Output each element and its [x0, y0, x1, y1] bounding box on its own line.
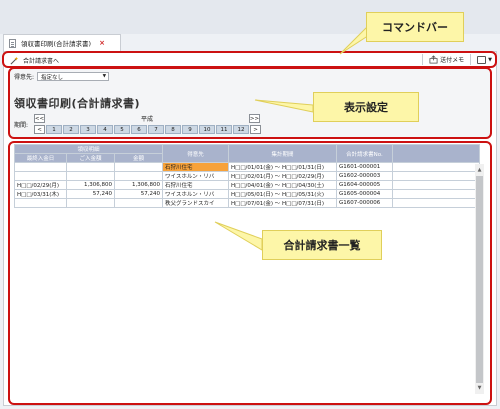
tab-receipt-print[interactable]: 領収書印刷(合計請求書) × [3, 34, 121, 51]
settings-highlight-frame [8, 67, 492, 139]
list-highlight-frame [8, 141, 492, 405]
commandbar-highlight-frame [2, 51, 497, 68]
document-icon [9, 38, 16, 48]
close-icon[interactable]: × [99, 39, 105, 47]
callout-commandbar: コマンドバー [366, 12, 464, 42]
callout-display-settings: 表示設定 [313, 92, 419, 122]
tab-title: 領収書印刷(合計請求書) [21, 40, 92, 48]
callout-invoice-list: 合計請求書一覧 [262, 230, 382, 260]
